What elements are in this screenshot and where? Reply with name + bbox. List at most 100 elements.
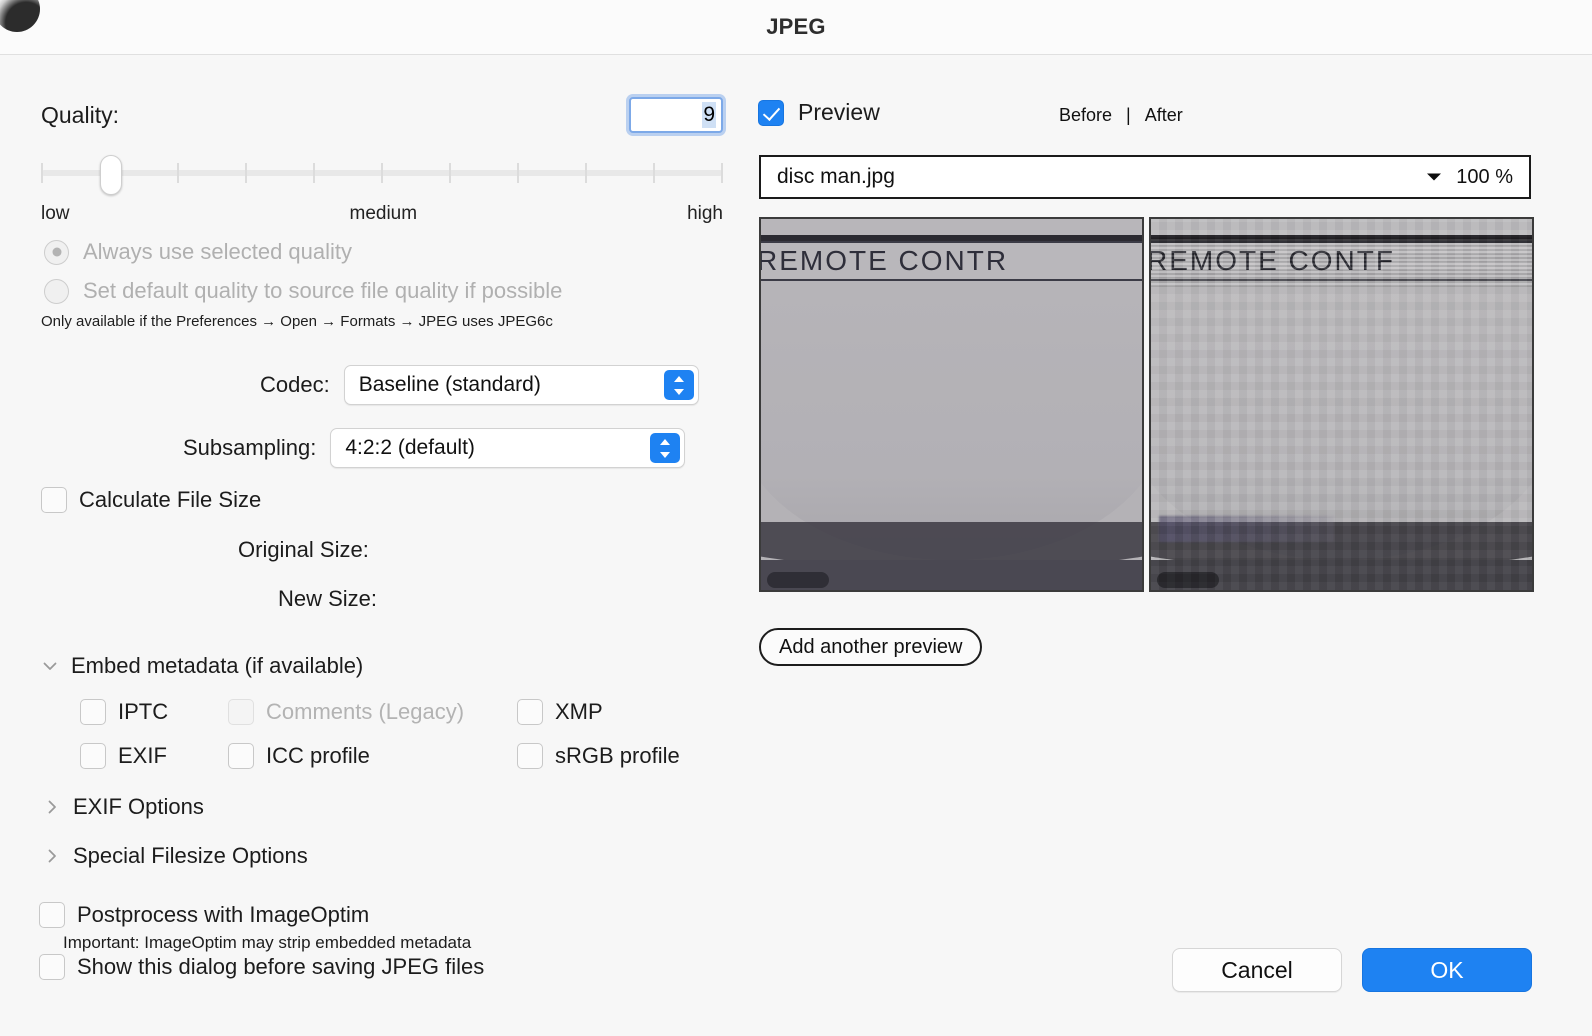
checkbox-srgb-profile[interactable]: sRGB profile [517, 743, 680, 769]
quality-slider-tick [245, 163, 247, 183]
checkbox-show-dialog-before-saving[interactable]: Show this dialog before saving JPEG file… [39, 954, 484, 980]
before-after-separator: | [1126, 105, 1131, 125]
checkbox-xmp-label: XMP [555, 699, 603, 724]
checkbox-icon[interactable] [228, 743, 254, 769]
chevron-up-down-icon[interactable] [650, 433, 681, 463]
chevron-right-icon[interactable] [45, 848, 59, 864]
preview-before-image-text: REMOTE CONTR [761, 245, 1009, 276]
checkbox-comments-legacy: Comments (Legacy) [228, 699, 464, 725]
radio-always-use-selected-quality[interactable]: Always use selected quality [44, 239, 352, 265]
show-dialog-label: Show this dialog before saving JPEG file… [77, 954, 485, 979]
checkbox-icon[interactable] [517, 699, 543, 725]
quality-slider-tick [177, 163, 179, 183]
checkbox-exif[interactable]: EXIF [80, 743, 167, 769]
special-filesize-options-disclosure[interactable]: Special Filesize Options [45, 843, 308, 869]
quality-slider-legend: low medium high [41, 203, 723, 225]
checkbox-icon[interactable] [80, 743, 106, 769]
dialog-title: JPEG [766, 14, 826, 39]
preview-after-thumbnail[interactable]: REMOTE CONTF [1149, 217, 1534, 592]
cancel-button-label: Cancel [1221, 956, 1293, 983]
quality-slider-tick [585, 163, 587, 183]
original-size-label: Original Size: [238, 537, 369, 562]
quality-slider-tick [313, 163, 315, 183]
preview-file-name: disc man.jpg [777, 165, 895, 188]
postprocess-label: Postprocess with ImageOptim [77, 902, 370, 927]
checkbox-icon[interactable] [39, 902, 65, 928]
radio-set-default-quality-to-source[interactable]: Set default quality to source file quali… [44, 278, 562, 304]
chevron-right-icon[interactable] [45, 799, 59, 815]
cancel-button[interactable]: Cancel [1172, 948, 1342, 992]
chevron-up-down-icon[interactable] [663, 370, 694, 400]
codec-select[interactable]: Baseline (standard) [343, 365, 699, 405]
exif-options-disclosure[interactable]: EXIF Options [45, 794, 204, 820]
quality-mode-note: Only available if the Preferences → Open… [41, 313, 553, 330]
preview-toggle[interactable]: Preview [758, 99, 880, 126]
after-label: After [1144, 105, 1183, 125]
checkbox-xmp[interactable]: XMP [517, 699, 603, 725]
checkbox-srgb-profile-label: sRGB profile [555, 743, 680, 768]
checkbox-icc-profile[interactable]: ICC profile [228, 743, 370, 769]
quality-slider-tick [449, 163, 451, 183]
quality-row: Quality: 9 [41, 97, 723, 133]
quality-input[interactable]: 9 [629, 97, 723, 133]
preview-before-thumbnail[interactable]: REMOTE CONTR [759, 217, 1144, 592]
calculate-file-size-label: Calculate File Size [79, 487, 262, 512]
settings-pane: Quality: 9 low medium high Always use se… [0, 55, 752, 1036]
codec-select-value: Baseline (standard) [358, 373, 541, 396]
quality-legend-high: high [687, 203, 723, 224]
checkbox-iptc-label: IPTC [118, 699, 169, 724]
ok-button-label: OK [1430, 956, 1464, 983]
checkbox-iptc[interactable]: IPTC [80, 699, 168, 725]
checkbox-icon[interactable] [41, 487, 67, 513]
subsampling-row: Subsampling: 4:2:2 (default) [183, 428, 686, 468]
radio-button-icon[interactable] [44, 239, 69, 265]
dialog-actions: Cancel OK [1172, 948, 1532, 992]
postprocess-note: Important: ImageOptim may strip embedded… [63, 933, 472, 952]
quality-slider-tick [721, 163, 723, 183]
special-filesize-options-label: Special Filesize Options [73, 843, 308, 868]
codec-label: Codec: [260, 372, 330, 397]
checkbox-exif-label: EXIF [118, 743, 167, 768]
subsampling-select[interactable]: 4:2:2 (default) [330, 428, 686, 468]
exif-options-label: EXIF Options [73, 794, 204, 819]
dropdown-arrow-icon[interactable] [1426, 172, 1442, 182]
ok-button[interactable]: OK [1362, 948, 1532, 992]
preview-zoom-level[interactable]: 100 % [1456, 166, 1513, 189]
checkbox-comments-legacy-label: Comments (Legacy) [266, 699, 465, 724]
quality-legend-medium: medium [349, 203, 418, 224]
quality-slider-tick [517, 163, 519, 183]
radio-always-label: Always use selected quality [83, 239, 353, 264]
subsampling-label: Subsampling: [183, 435, 317, 460]
checkbox-postprocess-imageoptim[interactable]: Postprocess with ImageOptim [39, 902, 369, 928]
checkbox-icon[interactable] [80, 699, 106, 725]
dialog-titlebar: JPEG [0, 0, 1592, 55]
chevron-down-icon[interactable] [43, 658, 57, 674]
quality-slider[interactable] [41, 155, 723, 195]
before-label: Before [1059, 105, 1113, 125]
checkbox-icon [228, 699, 254, 725]
window-corner-artifact [0, 0, 40, 32]
subsampling-select-value: 4:2:2 (default) [345, 436, 475, 459]
preview-toggle-label: Preview [798, 99, 880, 125]
add-another-preview-label: Add another preview [779, 635, 963, 658]
preview-before-image: REMOTE CONTR [761, 219, 1142, 590]
preview-file-selector[interactable]: disc man.jpg 100 % [759, 155, 1531, 199]
new-size-label: New Size: [278, 586, 378, 611]
checkbox-icon[interactable] [758, 99, 784, 126]
checkbox-icon[interactable] [39, 954, 65, 980]
checkbox-icc-profile-label: ICC profile [266, 743, 370, 768]
codec-row: Codec: Baseline (standard) [260, 365, 699, 405]
quality-slider-tick [381, 163, 383, 183]
embed-metadata-disclosure[interactable]: Embed metadata (if available) [43, 653, 363, 679]
quality-legend-low: low [41, 203, 70, 224]
add-another-preview-button[interactable]: Add another preview [759, 628, 983, 666]
radio-source-label: Set default quality to source file quali… [83, 278, 563, 303]
preview-thumbnails: REMOTE CONTR REMOTE CONTF [759, 217, 1534, 592]
before-after-header: Before | After [1059, 105, 1183, 126]
preview-pane: Preview Before | After disc man.jpg 100 … [752, 55, 1592, 1036]
quality-slider-thumb[interactable] [100, 155, 122, 195]
checkbox-icon[interactable] [517, 743, 543, 769]
preview-after-image: REMOTE CONTF [1151, 219, 1532, 590]
radio-button-icon[interactable] [44, 278, 69, 304]
calculate-file-size-checkbox[interactable]: Calculate File Size [41, 487, 261, 513]
